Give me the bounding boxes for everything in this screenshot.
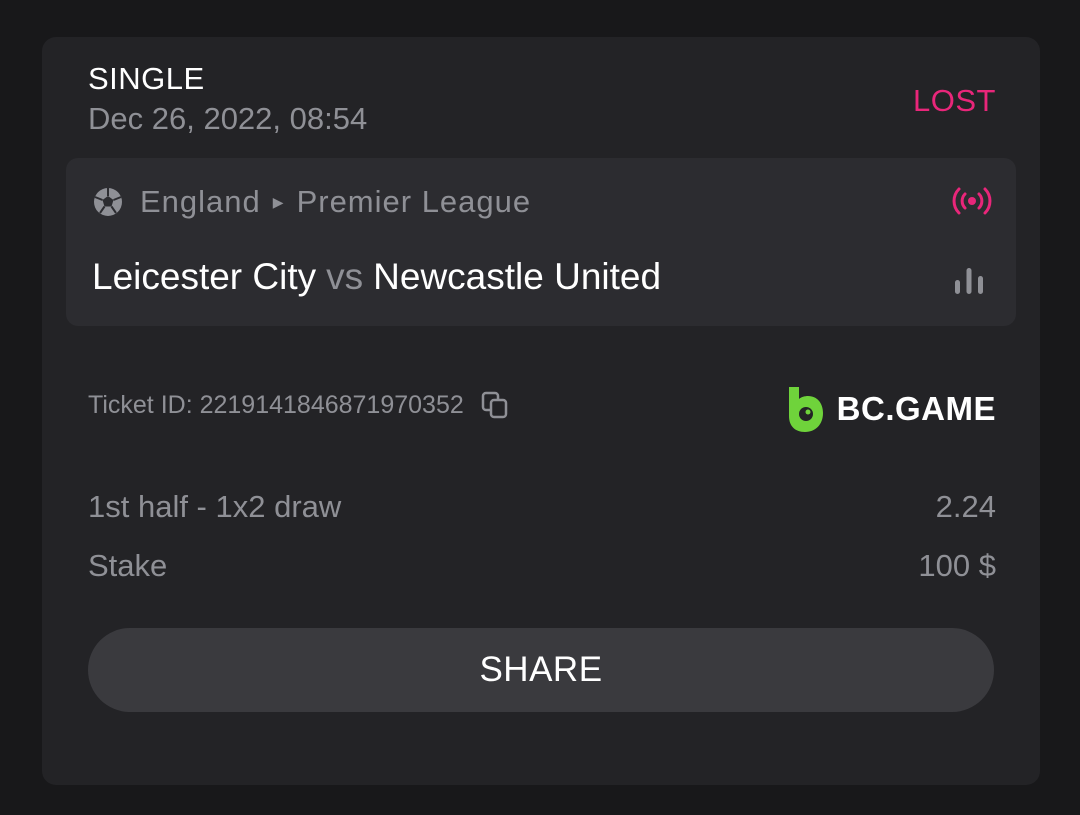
brand-name: BC.GAME — [836, 390, 996, 427]
home-team: Leicester City — [92, 256, 317, 297]
live-broadcast-icon[interactable] — [952, 184, 992, 218]
league-label: Premier League — [296, 184, 532, 219]
brand-logo: BC.GAME — [785, 383, 996, 435]
bet-type: SINGLE — [88, 61, 205, 96]
stats-bars-icon[interactable] — [952, 266, 986, 296]
copy-icon[interactable] — [480, 390, 510, 420]
league-breadcrumb: England ▶ Premier League — [92, 182, 531, 222]
stake-row: Stake 100 $ — [88, 548, 996, 584]
bet-card: SINGLE Dec 26, 2022, 08:54 LOST England … — [42, 37, 1040, 785]
selection-row: 1st half - 1x2 draw 2.24 — [88, 489, 996, 525]
country-label: England — [140, 184, 261, 219]
away-team: Newcastle United — [373, 256, 662, 297]
match-title: Leicester City vs Newcastle United — [92, 256, 661, 298]
bet-date: Dec 26, 2022, 08:54 — [88, 101, 368, 136]
chevron-right-icon: ▶ — [272, 193, 285, 210]
ticket-id-row: Ticket ID: 2219141846871970352 — [88, 390, 510, 420]
ticket-id-label: Ticket ID: 2219141846871970352 — [88, 390, 464, 419]
soccer-ball-icon — [94, 188, 122, 216]
market-label: 1st half - 1x2 draw — [88, 489, 342, 524]
match-box[interactable]: England ▶ Premier League Leicester City v… — [66, 158, 1016, 326]
vs-label: vs — [326, 256, 364, 297]
stake-value: 100 $ — [918, 548, 996, 583]
stake-label: Stake — [88, 548, 168, 583]
bc-game-logo-icon — [788, 387, 823, 432]
share-button[interactable]: SHARE — [88, 628, 994, 712]
bet-status-badge: LOST — [913, 83, 996, 118]
odds-value: 2.24 — [935, 489, 996, 524]
